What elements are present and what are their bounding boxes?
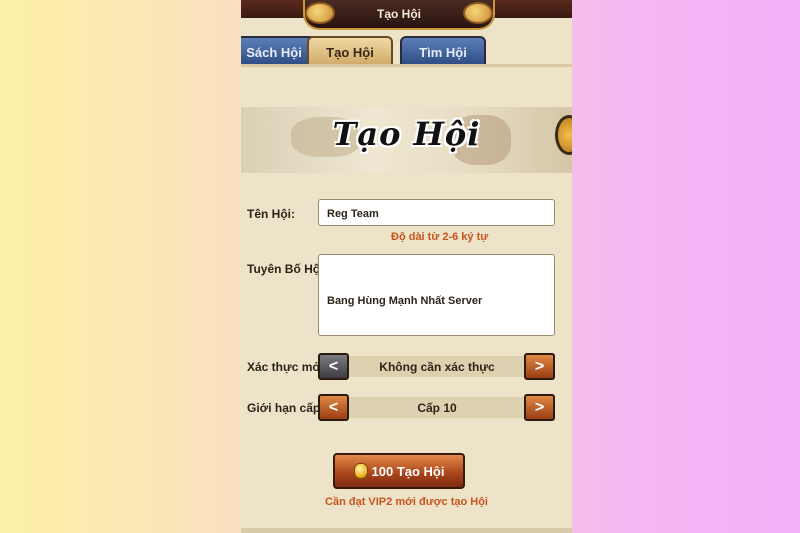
- verify-prev-button[interactable]: <: [318, 353, 349, 380]
- banner-title: Tạo Hội: [332, 115, 481, 153]
- tab-bar: Sách Hội Tạo Hội Tìm Hội: [241, 32, 572, 66]
- tab-find-guild[interactable]: Tìm Hội: [400, 36, 486, 66]
- level-next-button[interactable]: >: [524, 394, 555, 421]
- tab-create-guild[interactable]: Tạo Hội: [307, 36, 393, 66]
- guild-name-input[interactable]: Reg Team: [318, 199, 555, 226]
- title-plate: Tạo Hội: [303, 0, 495, 30]
- declaration-label: Tuyên Bố Hội:: [247, 262, 328, 276]
- tab-guild-list[interactable]: Sách Hội: [241, 36, 317, 66]
- tab-divider: [241, 64, 572, 67]
- level-value: Cấp 10: [349, 397, 525, 418]
- guild-name-label: Tên Hội:: [247, 207, 295, 221]
- gold-icon: [353, 463, 368, 479]
- create-guild-panel: Tạo Hội Sách Hội Tạo Hội Tìm Hội Tạo Hội…: [241, 0, 572, 533]
- cloud-ornament-icon: [463, 2, 493, 24]
- create-guild-button[interactable]: 100 Tạo Hội: [333, 453, 465, 489]
- guild-name-hint: Độ dài từ 2-6 ký tự: [391, 231, 489, 243]
- verify-label: Xác thực mở:: [247, 360, 325, 374]
- cloud-ornament-icon: [305, 2, 335, 24]
- banner: Tạo Hội: [241, 107, 572, 173]
- declaration-input[interactable]: Bang Hùng Mạnh Nhất Server: [318, 254, 555, 336]
- vip-requirement-note: Cần đạt VIP2 mới được tạo Hội: [325, 496, 488, 508]
- bottom-edge: [241, 528, 572, 533]
- verify-value: Không cần xác thực: [349, 356, 525, 377]
- create-guild-label: 100 Tạo Hội: [371, 463, 445, 479]
- level-label: Giới hạn cấp:: [247, 401, 325, 415]
- level-prev-button[interactable]: <: [318, 394, 349, 421]
- page-title: Tạo Hội: [377, 7, 421, 21]
- verify-next-button[interactable]: >: [524, 353, 555, 380]
